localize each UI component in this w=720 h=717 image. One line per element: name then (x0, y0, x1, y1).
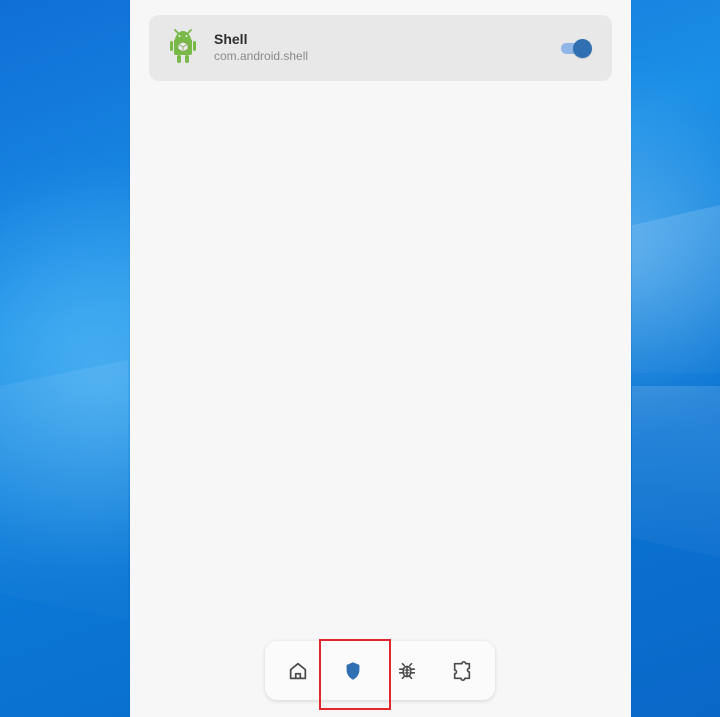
wallpaper-light-pane (632, 205, 720, 373)
toggle-knob (573, 39, 592, 58)
app-name: Shell (214, 31, 248, 47)
app-enable-toggle[interactable] (560, 39, 594, 58)
wallpaper-light-pane (0, 360, 128, 620)
nav-security[interactable] (318, 638, 391, 710)
bug-icon (399, 662, 416, 679)
nav-home[interactable] (274, 647, 322, 695)
shield-icon (346, 661, 360, 680)
app-window: Shell com.android.shell (130, 0, 631, 717)
app-row[interactable]: Shell com.android.shell (149, 15, 612, 81)
app-package-name: com.android.shell (214, 49, 309, 63)
android-icon (170, 29, 196, 63)
puzzle-icon (453, 660, 471, 681)
nav-extensions[interactable] (438, 647, 486, 695)
app-info: Shell com.android.shell (214, 30, 308, 63)
wallpaper-light-pane (632, 386, 720, 558)
home-icon (289, 662, 307, 679)
bottom-navigation (265, 638, 495, 710)
